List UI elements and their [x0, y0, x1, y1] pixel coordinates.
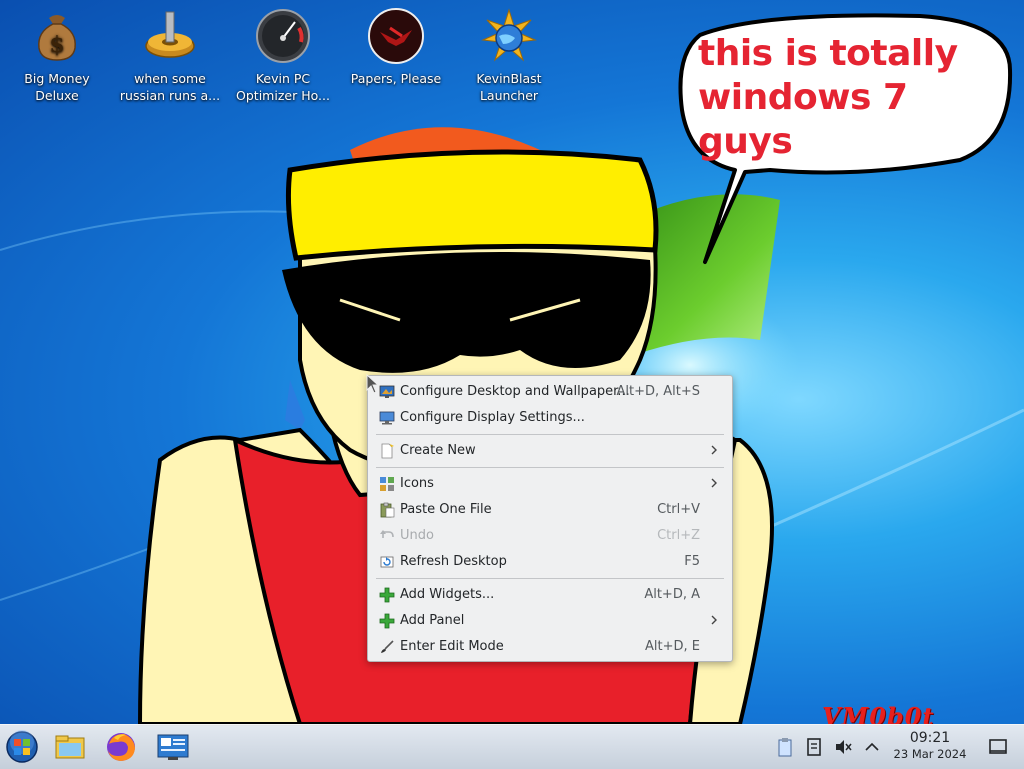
new-document-icon [381, 443, 394, 459]
menu-item-configure-display[interactable]: Configure Display Settings... [368, 405, 732, 431]
menu-item-label: Add Widgets... [400, 587, 495, 602]
menu-item-label: Undo [400, 528, 434, 543]
paste-icon [380, 502, 395, 518]
menu-item-paste[interactable]: Paste One File Ctrl+V [368, 497, 732, 523]
menu-item-create-new[interactable]: Create New [368, 438, 732, 464]
show-desktop-icon[interactable] [988, 737, 1008, 757]
desktop-icon-kevinblast-launcher[interactable]: KevinBlast Launcher [457, 8, 561, 104]
desktop-icon-label: Papers, Please [350, 71, 442, 86]
menu-separator [376, 578, 724, 579]
clock-time[interactable]: 09:21 [906, 730, 954, 746]
svg-text:$: $ [49, 32, 64, 58]
menu-item-label: Icons [400, 476, 434, 491]
start-orb-icon[interactable] [5, 730, 39, 764]
menu-item-shortcut: Alt+D, E [645, 639, 700, 654]
firefox-icon[interactable] [104, 730, 138, 764]
menu-item-label: Create New [400, 443, 476, 458]
menu-separator [376, 434, 724, 435]
menu-item-shortcut: Alt+D, A [644, 587, 700, 602]
menu-item-label: Configure Display Settings... [400, 410, 585, 425]
menu-item-label: Paste One File [400, 502, 492, 517]
money-bag-icon: $ [38, 15, 76, 61]
menu-item-add-widgets[interactable]: Add Widgets... Alt+D, A [368, 582, 732, 608]
menu-separator [376, 467, 724, 468]
icons-grid-icon [380, 477, 394, 491]
desktop-icon-kevin-pc-optimizer[interactable]: Kevin PC Optimizer Ho... [231, 8, 335, 104]
menu-item-icons[interactable]: Icons [368, 471, 732, 497]
menu-item-refresh[interactable]: Refresh Desktop F5 [368, 549, 732, 575]
storage-icon[interactable] [804, 737, 824, 757]
menu-item-add-panel[interactable]: Add Panel [368, 608, 732, 634]
display-icon [379, 411, 395, 425]
speech-bubble-text: this is totally windows 7 guys [698, 32, 1008, 164]
desktop-icon-label: Big Money Deluxe [24, 71, 90, 103]
desktop-icon-label: when some russian runs a... [119, 71, 221, 103]
clipboard-icon[interactable] [775, 737, 795, 757]
chevron-right-icon [711, 478, 717, 488]
refresh-icon [380, 556, 394, 568]
undo-icon [380, 530, 394, 538]
system-settings-icon[interactable] [156, 730, 190, 764]
menu-item-label: Refresh Desktop [400, 554, 507, 569]
desktop-icon-papers-please[interactable]: Papers, Please [344, 8, 448, 87]
mouse-cursor-icon [366, 374, 380, 394]
add-icon [379, 587, 395, 603]
desktop-wallpaper-icon [379, 385, 395, 398]
gear-icon [145, 11, 195, 58]
chevron-right-icon [711, 615, 717, 625]
eagle-emblem-icon [368, 8, 424, 64]
speech-line-1: this is totally [698, 33, 958, 74]
desktop-context-menu: Configure Desktop and Wallpaper... Alt+D… [367, 375, 733, 662]
menu-item-shortcut: Ctrl+Z [657, 528, 700, 543]
add-icon [379, 613, 395, 629]
chevron-up-icon[interactable] [862, 737, 882, 757]
globe-star-icon [481, 8, 537, 62]
speech-line-2: windows 7 guys [698, 77, 908, 162]
menu-item-shortcut: F5 [684, 554, 700, 569]
desktop-icon-russian-runs[interactable]: when some russian runs a... [118, 8, 222, 104]
menu-item-shortcut: Alt+D, Alt+S [616, 384, 700, 399]
file-manager-icon[interactable] [53, 730, 87, 764]
clock-date[interactable]: 23 Mar 2024 [888, 747, 972, 761]
menu-item-shortcut: Ctrl+V [657, 502, 700, 517]
desktop-icon-label: Kevin PC Optimizer Ho... [236, 71, 330, 103]
speedometer-icon [256, 9, 310, 63]
volume-muted-icon[interactable] [833, 737, 853, 757]
menu-item-undo: Undo Ctrl+Z [368, 523, 732, 549]
menu-item-configure-desktop[interactable]: Configure Desktop and Wallpaper... Alt+D… [368, 379, 732, 405]
menu-item-label: Enter Edit Mode [400, 639, 504, 654]
desktop-icon-label: KevinBlast Launcher [476, 71, 542, 103]
edit-brush-icon [381, 640, 394, 653]
menu-item-edit-mode[interactable]: Enter Edit Mode Alt+D, E [368, 634, 732, 660]
chevron-right-icon [711, 445, 717, 455]
menu-item-label: Add Panel [400, 613, 465, 628]
menu-item-label: Configure Desktop and Wallpaper... [400, 384, 630, 399]
desktop-icon-big-money-deluxe[interactable]: $ Big Money Deluxe [5, 8, 109, 104]
